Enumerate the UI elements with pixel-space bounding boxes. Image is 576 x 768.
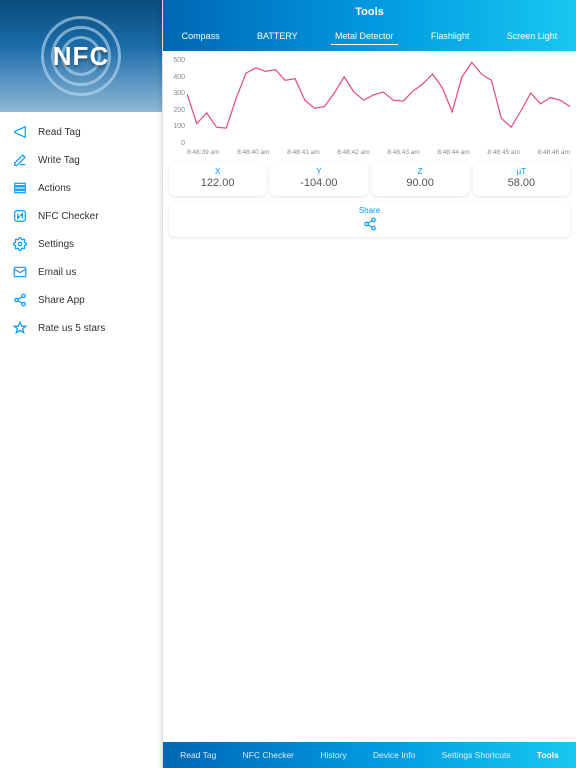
tool-tabs: Compass BATTERY Metal Detector Flashligh… — [163, 24, 576, 51]
sidebar-item-share-app[interactable]: Share App — [0, 286, 162, 314]
reading-label: µT — [475, 167, 568, 176]
sidebar-item-label: Settings — [38, 239, 74, 250]
sidebar-item-label: Rate us 5 stars — [38, 323, 105, 334]
bottom-item-nfc-checker[interactable]: NFC Checker — [243, 750, 294, 760]
sidebar-item-label: Share App — [38, 295, 85, 306]
nfc-icon — [12, 208, 28, 224]
bottom-nav: Read Tag NFC Checker History Device Info… — [163, 742, 576, 768]
edit-icon — [12, 152, 28, 168]
sidebar-item-email-us[interactable]: Email us — [0, 258, 162, 286]
list-icon — [12, 180, 28, 196]
reading-label: Y — [272, 167, 365, 176]
bottom-item-settings-shortcuts[interactable]: Settings Shortcuts — [442, 750, 511, 760]
metal-detector-chart: 5004003002001000 — [187, 57, 570, 147]
sidebar-item-settings[interactable]: Settings — [0, 230, 162, 258]
tab-metal-detector[interactable]: Metal Detector — [331, 28, 398, 45]
sidebar-item-actions[interactable]: Actions — [0, 174, 162, 202]
reading-card-y: Y -104.00 — [270, 162, 367, 196]
sidebar-item-label: Actions — [38, 183, 71, 194]
sidebar-item-nfc-checker[interactable]: NFC Checker — [0, 202, 162, 230]
page-title: Tools — [163, 0, 576, 24]
star-icon — [12, 320, 28, 336]
sidebar-item-write-tag[interactable]: Write Tag — [0, 146, 162, 174]
reading-value: -104.00 — [272, 177, 365, 189]
sidebar-hero: NFC — [0, 0, 162, 112]
gear-icon — [12, 236, 28, 252]
reading-value: 122.00 — [171, 177, 264, 189]
sidebar-item-read-tag[interactable]: Read Tag — [0, 118, 162, 146]
reading-card-ut: µT 58.00 — [473, 162, 570, 196]
reading-value: 90.00 — [374, 177, 467, 189]
share-label: Share — [169, 206, 570, 215]
bottom-item-history[interactable]: History — [320, 750, 346, 760]
tab-screen-light[interactable]: Screen Light — [503, 28, 562, 45]
bottom-item-device-info[interactable]: Device Info — [373, 750, 416, 760]
bottom-item-read-tag[interactable]: Read Tag — [180, 750, 216, 760]
tab-flashlight[interactable]: Flashlight — [427, 28, 474, 45]
sidebar-item-label: Write Tag — [38, 155, 80, 166]
tab-compass[interactable]: Compass — [178, 28, 224, 45]
reading-value: 58.00 — [475, 177, 568, 189]
reading-card-z: Z 90.00 — [372, 162, 469, 196]
mail-icon — [12, 264, 28, 280]
megaphone-icon — [12, 124, 28, 140]
reading-label: X — [171, 167, 264, 176]
reading-card-x: X 122.00 — [169, 162, 266, 196]
sidebar-item-label: Read Tag — [38, 127, 81, 138]
sidebar-item-rate-us[interactable]: Rate us 5 stars — [0, 314, 162, 342]
sidebar-item-label: NFC Checker — [38, 211, 99, 222]
app-logo-text: NFC — [53, 41, 109, 72]
sidebar-item-label: Email us — [38, 267, 76, 278]
share-button[interactable]: Share — [169, 202, 570, 237]
tab-battery[interactable]: BATTERY — [253, 28, 302, 45]
reading-label: Z — [374, 167, 467, 176]
share-icon — [169, 217, 570, 231]
bottom-item-tools[interactable]: Tools — [537, 750, 559, 760]
share-icon — [12, 292, 28, 308]
